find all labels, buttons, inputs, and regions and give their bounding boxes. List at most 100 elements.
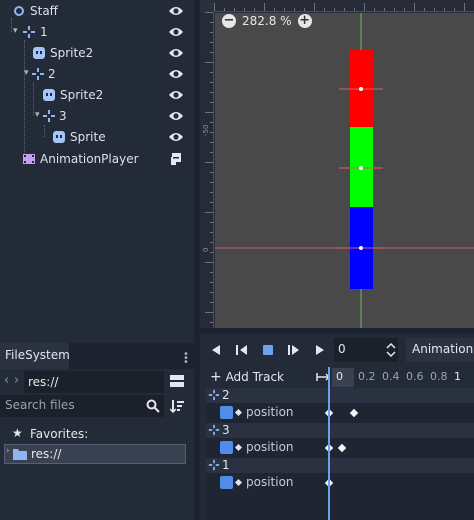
star-icon: ★ bbox=[12, 426, 23, 440]
filesystem-search: Search files bbox=[0, 395, 194, 417]
track-type-icon bbox=[234, 408, 243, 417]
tab-filesystem[interactable]: FileSystem bbox=[0, 343, 70, 369]
timeline-tick-label: 0.6 bbox=[406, 370, 424, 383]
ruler-vertical: -50 0 bbox=[200, 12, 214, 328]
ruler-tick bbox=[210, 292, 213, 293]
tree-item-label: 1 bbox=[40, 24, 48, 39]
path-input[interactable]: res:// bbox=[24, 371, 164, 393]
track-group-2[interactable]: 2 bbox=[206, 388, 474, 403]
tree-item-1[interactable]: ▾ 1 bbox=[0, 21, 194, 42]
track-row-position[interactable]: position bbox=[206, 403, 474, 423]
ruler-tick bbox=[210, 222, 213, 223]
res-folder-item[interactable]: › res:// bbox=[4, 444, 186, 464]
track-group-3[interactable]: 3 bbox=[206, 423, 474, 438]
visibility-eye-icon[interactable] bbox=[168, 89, 184, 101]
ruler-tick bbox=[205, 262, 213, 263]
sort-icon[interactable] bbox=[170, 399, 184, 413]
tree-item-animationplayer[interactable]: AnimationPlayer bbox=[0, 148, 194, 169]
tree-item-label: Staff bbox=[30, 3, 58, 18]
track-type-icon bbox=[234, 443, 243, 452]
tree-item-label: Sprite bbox=[70, 129, 106, 144]
tree-item-sprite2-b[interactable]: Sprite2 bbox=[0, 84, 194, 105]
ruler-tick bbox=[324, 8, 325, 11]
track-editor[interactable]: + Add Track 0 0.2 0.4 0.6 0.8 1 2 positi… bbox=[206, 367, 474, 520]
ruler-tick bbox=[210, 82, 213, 83]
timeline-tick-label: 0.8 bbox=[430, 370, 448, 383]
ruler-tick bbox=[210, 102, 213, 103]
chevron-down-icon[interactable]: ▾ bbox=[24, 68, 29, 78]
play-from-start-icon[interactable] bbox=[286, 342, 302, 358]
track-property-label: position bbox=[246, 440, 294, 454]
forward-arrow-icon[interactable]: › bbox=[14, 373, 19, 388]
filesystem-nav: ‹ › res:// bbox=[0, 371, 194, 393]
zoom-in-button[interactable]: + bbox=[297, 14, 312, 28]
search-files-input[interactable]: Search files bbox=[0, 395, 164, 417]
ruler-tick bbox=[294, 8, 295, 11]
ruler-tick bbox=[414, 3, 415, 11]
track-group-label: 2 bbox=[222, 388, 230, 402]
tree-item-3[interactable]: ▾ 3 bbox=[0, 105, 194, 126]
2d-viewport[interactable]: -50 0 − 282.8 % + bbox=[200, 0, 474, 328]
script-icon[interactable] bbox=[168, 152, 184, 166]
favorites-item[interactable]: ★ Favorites: bbox=[0, 425, 194, 445]
ruler-tick bbox=[210, 122, 213, 123]
chevron-right-icon[interactable]: › bbox=[6, 446, 10, 456]
play-backwards-from-end-icon[interactable] bbox=[208, 342, 224, 358]
track-enabled-checkbox[interactable] bbox=[220, 441, 233, 454]
ruler-tick bbox=[205, 312, 213, 313]
ruler-tick bbox=[210, 282, 213, 283]
animation-dropdown[interactable]: Animation bbox=[406, 338, 474, 362]
track-row-position[interactable]: position bbox=[206, 438, 474, 458]
ruler-tick bbox=[205, 62, 213, 63]
play-backwards-icon[interactable] bbox=[234, 342, 250, 358]
visibility-eye-icon[interactable] bbox=[168, 110, 184, 122]
track-enabled-checkbox[interactable] bbox=[220, 406, 233, 419]
ruler-tick bbox=[210, 42, 213, 43]
ruler-tick bbox=[214, 3, 215, 11]
visibility-eye-icon[interactable] bbox=[168, 26, 184, 38]
ruler-horizontal bbox=[214, 0, 474, 12]
chevron-down-icon[interactable]: ▾ bbox=[35, 110, 40, 120]
tree-item-sprite2[interactable]: Sprite2 bbox=[0, 42, 194, 63]
chevron-down-icon[interactable]: ▾ bbox=[13, 26, 18, 36]
ruler-tick bbox=[374, 8, 375, 11]
keyframe-marker[interactable] bbox=[337, 443, 347, 453]
animation-panel: 0 Animation + Add Track 0 0.2 0.4 0.6 0.… bbox=[200, 333, 474, 520]
dock-menu-icon[interactable]: • • • bbox=[183, 350, 189, 368]
visibility-eye-icon[interactable] bbox=[168, 131, 184, 143]
position2d-icon bbox=[43, 109, 55, 122]
ruler-tick bbox=[205, 112, 213, 113]
keyframe-marker[interactable] bbox=[349, 408, 359, 418]
ruler-tick bbox=[464, 3, 465, 11]
track-type-icon bbox=[234, 478, 243, 487]
tree-item-label: AnimationPlayer bbox=[40, 151, 139, 166]
ruler-tick bbox=[264, 3, 265, 11]
track-row-position[interactable]: position bbox=[206, 473, 474, 493]
canvas-drawing bbox=[215, 13, 474, 328]
tree-item-staff[interactable]: Staff bbox=[0, 0, 194, 21]
zoom-out-button[interactable]: − bbox=[222, 14, 236, 28]
visibility-eye-icon[interactable] bbox=[168, 68, 184, 80]
layout-toggle-icon[interactable] bbox=[170, 374, 184, 388]
track-enabled-checkbox[interactable] bbox=[220, 476, 233, 489]
tree-item-2[interactable]: ▾ 2 bbox=[0, 63, 194, 84]
timeline-tick-label: 1 bbox=[454, 370, 461, 383]
sprite-icon bbox=[33, 46, 45, 59]
ruler-tick bbox=[210, 272, 213, 273]
add-track-button[interactable]: + Add Track bbox=[210, 369, 284, 385]
zoom-level[interactable]: 282.8 % bbox=[242, 14, 292, 28]
ruler-tick bbox=[274, 8, 275, 11]
visibility-eye-icon[interactable] bbox=[168, 5, 184, 17]
editor-canvas[interactable] bbox=[215, 13, 474, 328]
ruler-tick bbox=[224, 8, 225, 11]
playhead[interactable] bbox=[328, 367, 330, 520]
track-group-1[interactable]: 1 bbox=[206, 458, 474, 473]
back-arrow-icon[interactable]: ‹ bbox=[4, 373, 9, 388]
visibility-eye-icon[interactable] bbox=[168, 47, 184, 59]
spinbox-arrows-icon[interactable] bbox=[386, 341, 396, 359]
ruler-tick bbox=[210, 32, 213, 33]
ruler-tick bbox=[244, 8, 245, 11]
tree-item-sprite[interactable]: Sprite bbox=[0, 126, 194, 147]
play-icon[interactable] bbox=[312, 342, 328, 358]
stop-icon[interactable] bbox=[260, 342, 276, 358]
